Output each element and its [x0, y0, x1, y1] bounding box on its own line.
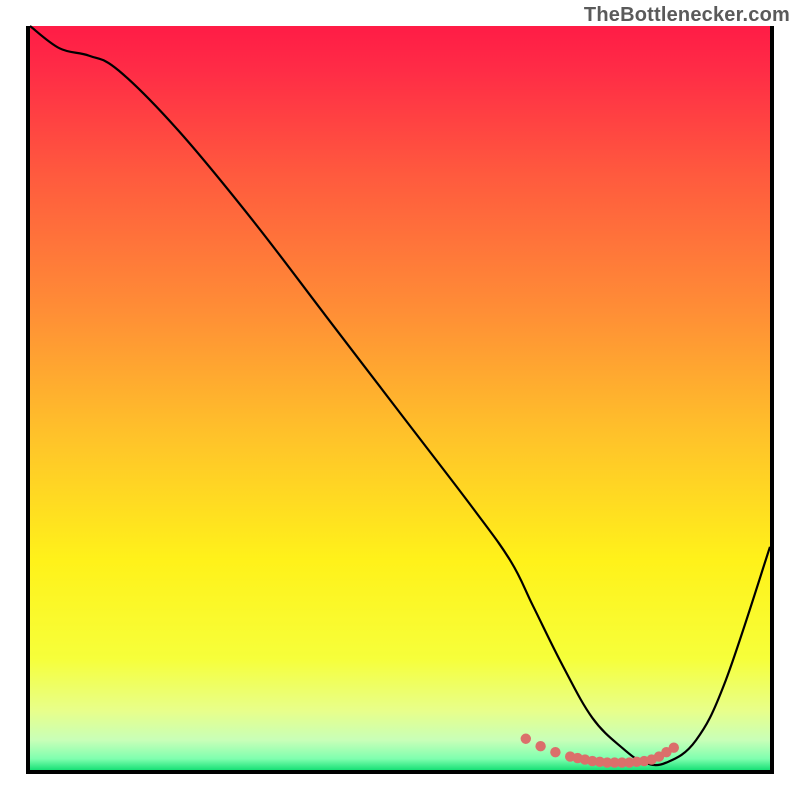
- bottleneck-chart: TheBottlenecker.com: [0, 0, 800, 800]
- optimal-marker-point: [550, 747, 560, 757]
- optimal-marker-point: [669, 742, 679, 752]
- optimal-marker-point: [535, 741, 545, 751]
- optimal-marker-point: [521, 734, 531, 744]
- watermark-label: TheBottlenecker.com: [584, 4, 790, 27]
- chart-background-gradient: [30, 26, 770, 770]
- plot-area: [26, 26, 774, 774]
- chart-svg: [30, 26, 770, 770]
